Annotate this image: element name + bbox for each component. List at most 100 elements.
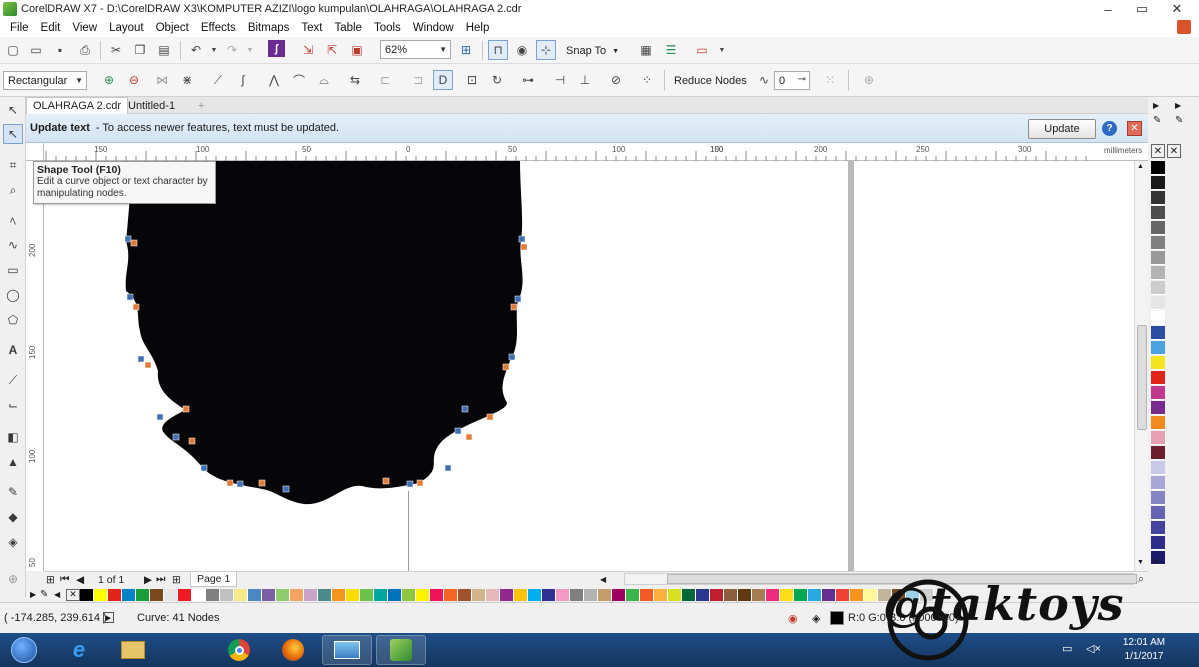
new-document-icon[interactable]: ▢	[3, 40, 23, 60]
color-swatch[interactable]	[682, 588, 696, 601]
menu-text[interactable]: Text	[295, 22, 328, 34]
curve-node[interactable]	[258, 479, 266, 487]
menu-help[interactable]: Help	[460, 22, 496, 34]
color-swatch[interactable]	[472, 588, 486, 601]
color-swatch[interactable]	[808, 588, 822, 601]
file-explorer-icon[interactable]	[108, 635, 158, 665]
status-play-icon[interactable]: ▶	[103, 612, 114, 623]
color-swatch[interactable]	[164, 588, 178, 601]
page-1-tab[interactable]: Page 1	[190, 572, 238, 587]
vertical-scroll-thumb[interactable]	[1137, 325, 1147, 430]
color-swatch[interactable]	[1151, 341, 1165, 355]
text-tool-icon[interactable]: A	[3, 340, 23, 360]
zoom-level-select[interactable]: 62% ▼	[380, 40, 451, 59]
save-icon[interactable]: ▪	[50, 40, 70, 60]
interactive-fill-tool-icon[interactable]: ◆	[3, 507, 23, 527]
vertical-ruler[interactable]: 200 150 100 50	[26, 161, 44, 571]
color-swatch[interactable]	[1151, 476, 1165, 490]
scroll-up-icon[interactable]: ▲	[1137, 163, 1144, 170]
color-swatch[interactable]	[696, 588, 710, 601]
cut-icon[interactable]: ✂	[106, 40, 126, 60]
docker-eyedropper-icon[interactable]: ✎	[1175, 115, 1183, 126]
connector-tool-icon[interactable]: ⌙	[3, 395, 23, 415]
color-swatch[interactable]	[710, 588, 724, 601]
curve-node[interactable]	[502, 363, 510, 371]
snap-to-dropdown[interactable]: Snap To ▼	[566, 42, 626, 60]
color-swatch[interactable]	[780, 588, 794, 601]
new-tab-plus-icon[interactable]: +	[192, 97, 210, 114]
curve-node[interactable]	[172, 433, 180, 441]
color-swatch[interactable]	[430, 588, 444, 601]
color-swatch[interactable]	[1151, 461, 1165, 475]
selected-curve[interactable]	[44, 161, 1134, 571]
palette-prev-icon[interactable]: ◀	[54, 590, 66, 599]
color-swatch[interactable]	[318, 588, 332, 601]
no-outline-swatch[interactable]: ✕	[1167, 144, 1181, 158]
extend-curve-icon[interactable]: ⊏	[375, 70, 395, 90]
docker-flyout-icon[interactable]: ▶	[1175, 101, 1181, 110]
color-swatch[interactable]	[192, 588, 206, 601]
color-swatch[interactable]	[668, 588, 682, 601]
curve-node[interactable]	[454, 427, 462, 435]
minimize-button[interactable]: –	[1091, 0, 1125, 18]
color-swatch[interactable]	[416, 588, 430, 601]
crop-tool-icon[interactable]: ⌗	[3, 155, 23, 175]
color-swatch[interactable]	[178, 588, 192, 601]
curve-node[interactable]	[188, 437, 196, 445]
image-viewer-icon[interactable]	[322, 635, 372, 665]
application-launcher-icon[interactable]: ☰	[661, 40, 681, 60]
fill-color-swatch[interactable]	[830, 611, 844, 625]
add-toolbar-item-icon[interactable]: ⊕	[859, 70, 879, 90]
user-account-icon[interactable]	[1177, 20, 1191, 34]
search-content-icon[interactable]: ʃ	[268, 40, 285, 57]
import-icon[interactable]: ⇲	[298, 40, 318, 60]
color-swatch[interactable]	[486, 588, 500, 601]
curve-node[interactable]	[510, 303, 518, 311]
palette-eyedropper-icon[interactable]: ✎	[1153, 115, 1161, 126]
redo-icon[interactable]: ↷	[222, 40, 242, 60]
color-swatch[interactable]	[584, 588, 598, 601]
reverse-direction-icon[interactable]: ⇆	[345, 70, 365, 90]
color-swatch[interactable]	[654, 588, 668, 601]
color-swatch[interactable]	[290, 588, 304, 601]
add-page-after-icon[interactable]: ⊞	[172, 572, 181, 587]
color-swatch[interactable]	[346, 588, 360, 601]
internet-explorer-icon[interactable]: e	[54, 635, 104, 665]
curve-smoothness-input[interactable]: 0 ⊸	[774, 71, 810, 90]
menu-table[interactable]: Table	[328, 22, 368, 34]
color-swatch[interactable]	[1151, 266, 1165, 280]
color-eyedropper-tool-icon[interactable]: ✎	[3, 482, 23, 502]
undo-dropdown-icon[interactable]: ▼	[204, 40, 224, 60]
options-icon[interactable]: ▦	[636, 40, 656, 60]
curve-node[interactable]	[156, 413, 164, 421]
drawing-canvas[interactable]	[44, 161, 1134, 571]
add-page-before-icon[interactable]: ⊞	[46, 572, 55, 587]
color-swatch[interactable]	[626, 588, 640, 601]
launch-dropdown-icon[interactable]: ▼	[712, 40, 732, 60]
color-swatch[interactable]	[108, 588, 122, 601]
color-swatch[interactable]	[766, 588, 780, 601]
firefox-icon[interactable]	[268, 635, 318, 665]
polygon-tool-icon[interactable]: ⬠	[3, 310, 23, 330]
menu-object[interactable]: Object	[150, 22, 195, 34]
full-screen-preview-icon[interactable]: ⊞	[456, 40, 476, 60]
next-page-icon[interactable]: ▶	[144, 572, 152, 587]
menu-edit[interactable]: Edit	[35, 22, 67, 34]
chrome-icon[interactable]	[214, 635, 264, 665]
color-swatch[interactable]	[1151, 281, 1165, 295]
undo-icon[interactable]: ↶	[186, 40, 206, 60]
color-swatch[interactable]	[458, 588, 472, 601]
curve-node[interactable]	[465, 433, 473, 441]
node-selection-mode-select[interactable]: Rectangular ▼	[3, 71, 87, 90]
color-swatch[interactable]	[864, 588, 878, 601]
start-button-icon[interactable]	[2, 635, 46, 665]
close-window-button[interactable]: ✕	[1160, 0, 1194, 18]
color-swatch[interactable]	[1151, 446, 1165, 460]
color-swatch[interactable]	[276, 588, 290, 601]
color-swatch[interactable]	[1151, 326, 1165, 340]
color-swatch[interactable]	[80, 588, 94, 601]
color-swatch[interactable]	[150, 588, 164, 601]
curve-node[interactable]	[508, 353, 516, 361]
copy-icon[interactable]: ❐	[130, 40, 150, 60]
color-swatch[interactable]	[1151, 251, 1165, 265]
